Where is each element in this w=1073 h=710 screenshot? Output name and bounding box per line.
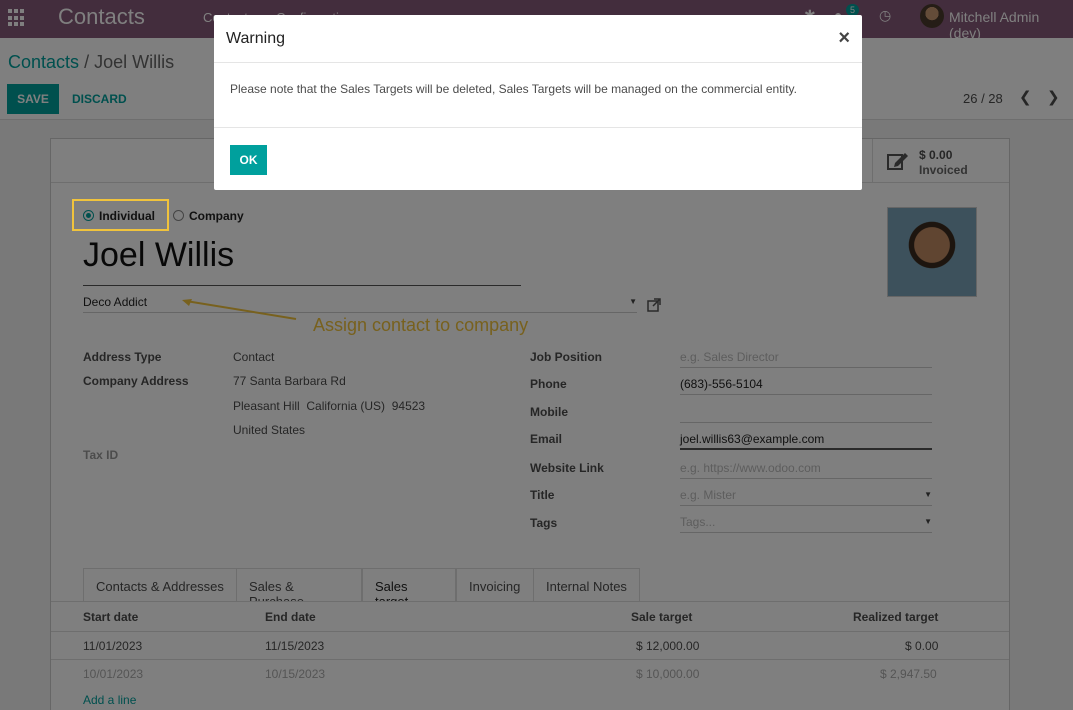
dialog-message: Please note that the Sales Targets will …: [230, 82, 797, 96]
close-icon[interactable]: ×: [838, 27, 850, 50]
warning-dialog: Warning × Please note that the Sales Tar…: [214, 15, 862, 190]
dialog-title: Warning: [226, 30, 285, 47]
dialog-footer: OK: [214, 127, 862, 190]
individual-highlight-overlay: [72, 199, 169, 231]
ok-button[interactable]: OK: [230, 145, 267, 175]
dialog-header: Warning ×: [214, 15, 862, 63]
